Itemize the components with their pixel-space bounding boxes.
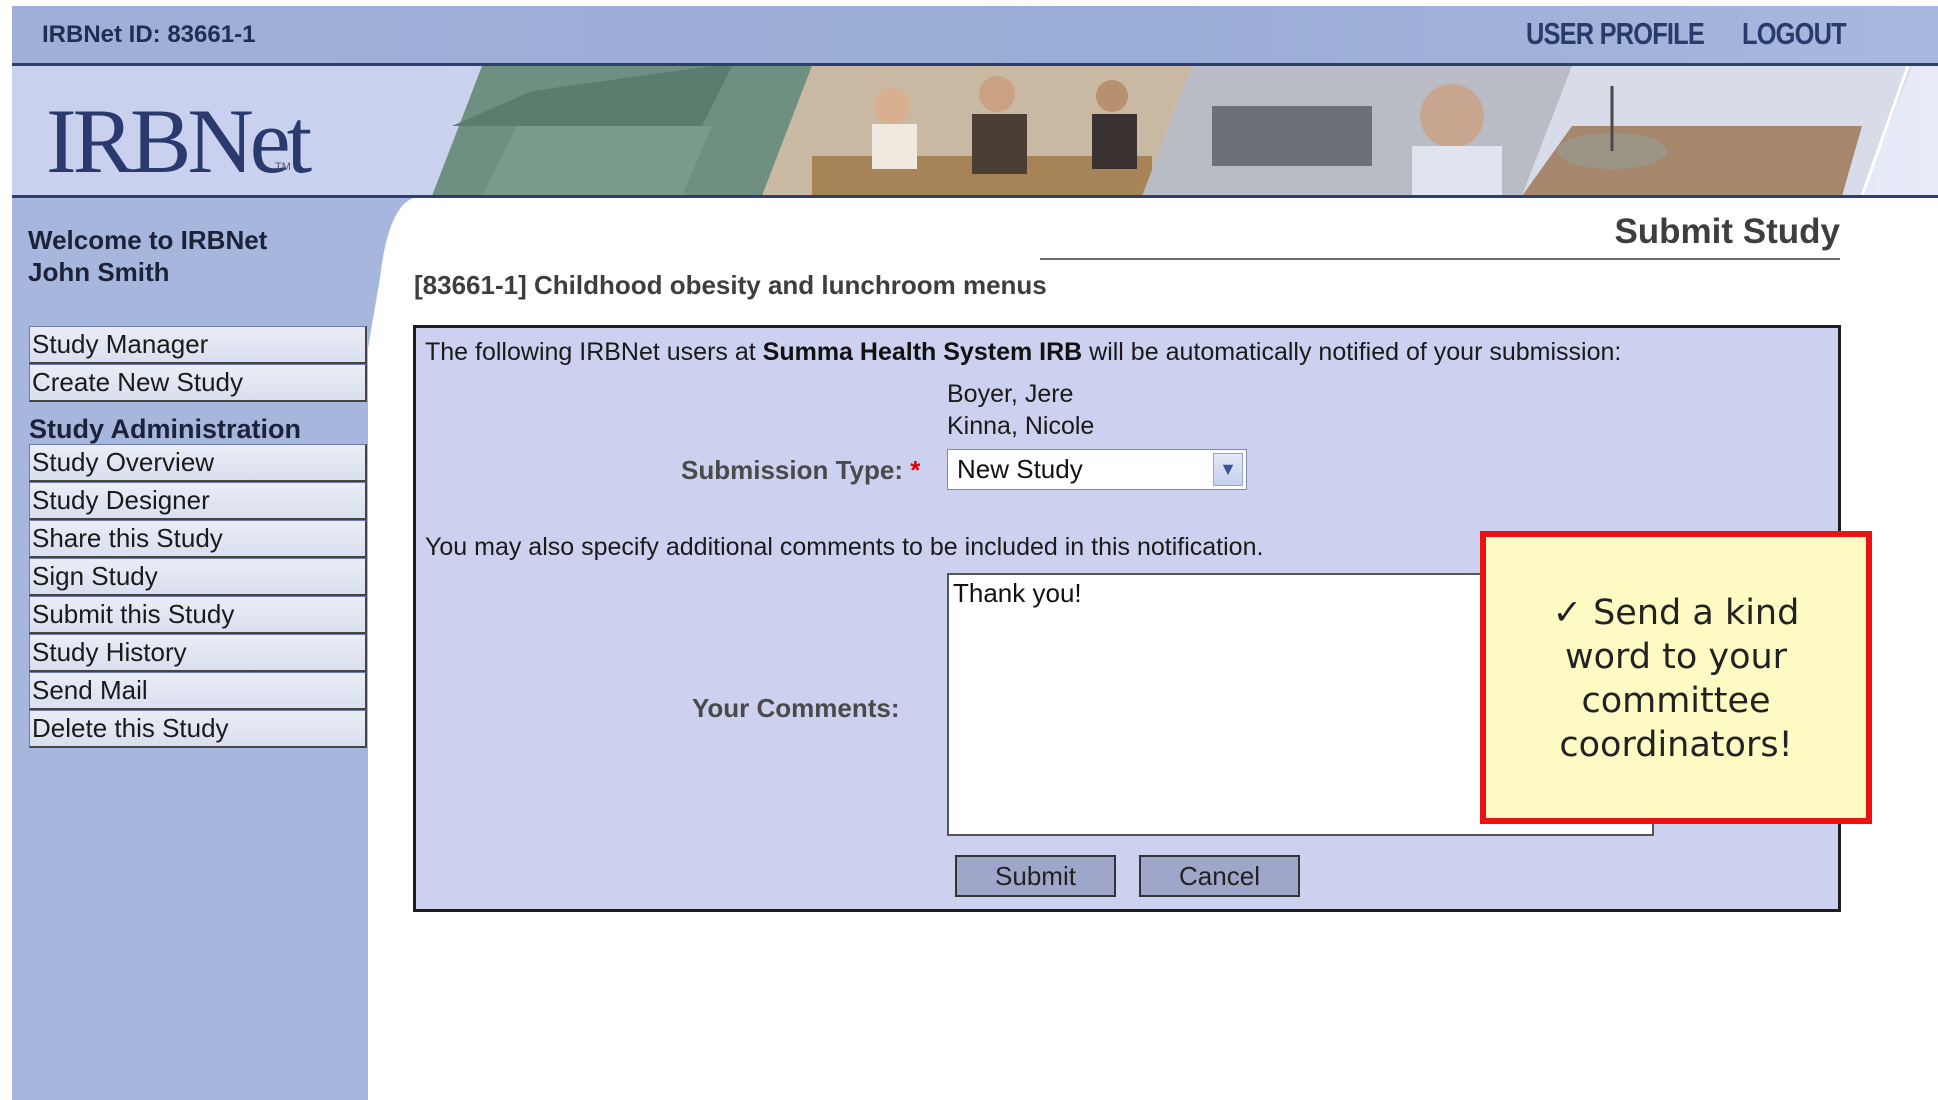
- callout-line: word to your: [1564, 637, 1788, 677]
- chevron-down-icon[interactable]: ▼: [1213, 453, 1243, 486]
- submission-type-label-text: Submission Type:: [681, 455, 903, 485]
- user-profile-link[interactable]: USER PROFILE: [1526, 16, 1705, 52]
- notice-organization: Summa Health System IRB: [762, 338, 1083, 366]
- submission-type-value: New Study: [957, 454, 1083, 484]
- irbnet-id: IRBNet ID: 83661-1: [42, 21, 256, 48]
- submit-button[interactable]: Submit: [955, 855, 1116, 897]
- user-name: John Smith: [28, 257, 170, 287]
- welcome-message: Welcome to IRBNet John Smith: [28, 224, 267, 288]
- callout-line: coordinators!: [1559, 725, 1793, 765]
- sidebar-item-share-study[interactable]: Share this Study: [29, 520, 367, 558]
- study-title: [83661-1] Childhood obesity and lunchroo…: [414, 270, 1047, 300]
- sidebar-nav-top: Study Manager Create New Study: [29, 326, 367, 402]
- submission-type-label: Submission Type: *: [681, 455, 920, 486]
- sidebar-item-sign-study[interactable]: Sign Study: [29, 558, 367, 596]
- notice-suffix: will be automatically notified of your s…: [1082, 338, 1622, 366]
- notification-notice: The following IRBNet users at Summa Heal…: [425, 338, 1621, 367]
- logout-link[interactable]: LOGOUT: [1742, 16, 1847, 52]
- submission-type-select[interactable]: New Study ▼: [947, 449, 1247, 490]
- sidebar-item-delete-study[interactable]: Delete this Study: [29, 710, 367, 748]
- tip-callout: ✓ Send a kind word to your committee coo…: [1480, 531, 1872, 824]
- trademark-mark: TM: [275, 161, 291, 173]
- sidebar: Welcome to IRBNet John Smith Study Manag…: [12, 198, 413, 1100]
- study-administration-heading: Study Administration: [29, 414, 302, 444]
- comments-label: Your Comments:: [692, 693, 900, 723]
- required-marker: *: [910, 455, 921, 485]
- logo-area: IRBNet TM: [12, 66, 412, 196]
- sidebar-item-send-mail[interactable]: Send Mail: [29, 672, 367, 710]
- callout-line: ✓ Send a kind: [1552, 593, 1800, 633]
- comments-note: You may also specify additional comments…: [425, 533, 1264, 561]
- page-title: Submit Study: [1614, 212, 1840, 251]
- title-divider: [1040, 258, 1840, 260]
- welcome-line: Welcome to IRBNet: [28, 225, 268, 255]
- sidebar-nav-admin: Study Administration Study Overview Stud…: [29, 412, 367, 748]
- top-bar: IRBNet ID: 83661-1 USER PROFILE LOGOUT: [12, 6, 1938, 64]
- callout-text: ✓ Send a kind word to your committee coo…: [1486, 591, 1866, 767]
- sidebar-item-study-manager[interactable]: Study Manager: [29, 326, 367, 364]
- notified-user: Kinna, Nicole: [947, 412, 1095, 440]
- sidebar-item-submit-study[interactable]: Submit this Study: [29, 596, 367, 634]
- banner: IRBNet TM: [12, 66, 1938, 196]
- sidebar-item-study-designer[interactable]: Study Designer: [29, 482, 367, 520]
- sidebar-item-study-overview[interactable]: Study Overview: [29, 444, 367, 482]
- irbnet-logo[interactable]: IRBNet: [46, 88, 312, 194]
- notified-user: Boyer, Jere: [947, 380, 1074, 408]
- notice-prefix: The following IRBNet users at: [425, 338, 763, 366]
- cancel-button[interactable]: Cancel: [1139, 855, 1300, 897]
- callout-line: committee: [1581, 681, 1771, 721]
- sidebar-item-create-new-study[interactable]: Create New Study: [29, 364, 367, 402]
- sidebar-item-study-history[interactable]: Study History: [29, 634, 367, 672]
